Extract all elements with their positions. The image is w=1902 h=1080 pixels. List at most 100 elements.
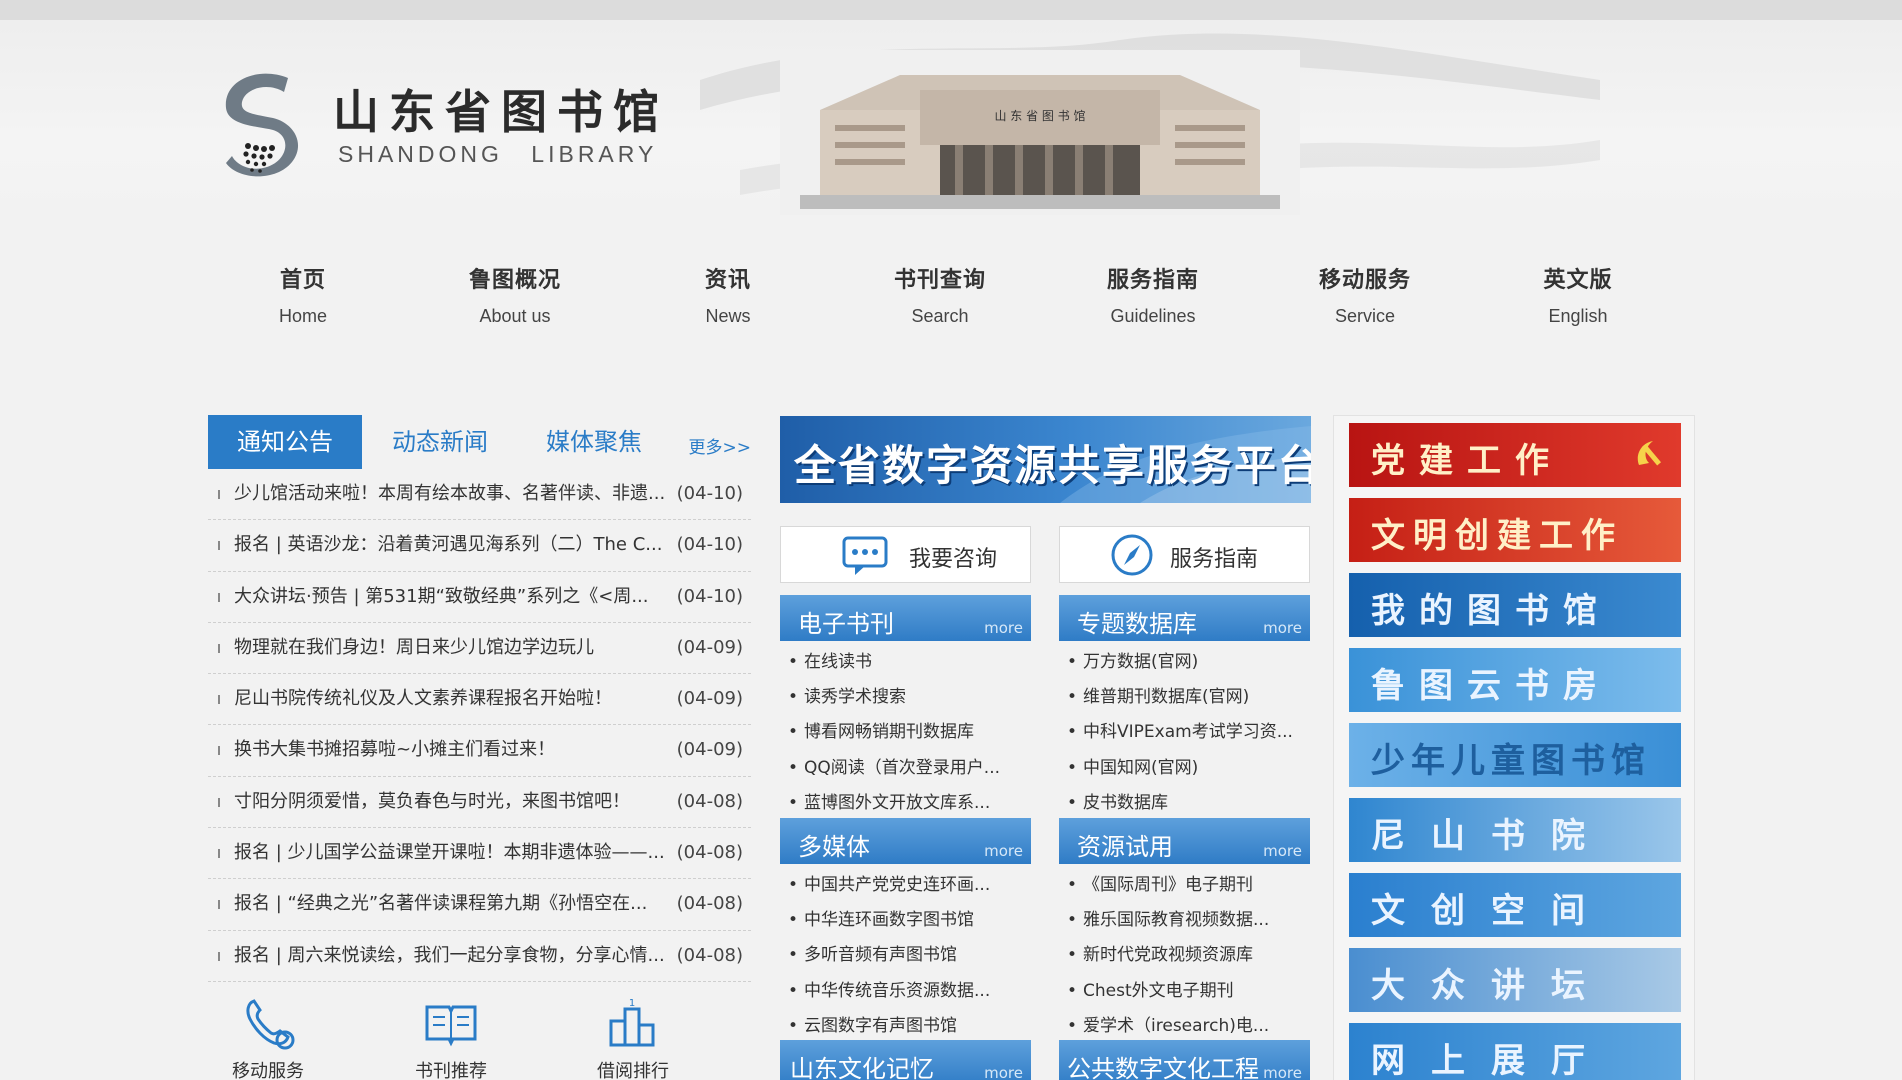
resource-item[interactable]: 新时代党政视频资源库 [1059,938,1310,973]
resource-item[interactable]: 万方数据(官网) [1059,645,1310,680]
hammer-sickle-icon [1637,441,1662,466]
link-children-library[interactable]: 少年儿童图书馆 [1349,723,1681,787]
panel-multimedia-header[interactable]: 多媒体 more [780,818,1031,864]
panel-databases-header[interactable]: 专题数据库 more [1059,595,1310,641]
news-item[interactable]: 换书大集书摊招募啦~小摊主们看过来！ (04-09) [208,725,751,777]
ranking-icon: 1 [609,998,655,1047]
nav-guidelines[interactable]: 服务指南 Guidelines [1058,262,1248,327]
resource-item[interactable]: 在线读书 [780,645,1031,680]
tabs-more-link[interactable]: 更多>> [689,433,752,458]
news-title: 物理就在我们身边！周日来少儿馆边学边玩儿 [234,636,594,658]
svg-text:1: 1 [629,998,635,1009]
resource-item[interactable]: 维普期刊数据库(官网) [1059,680,1310,715]
news-item[interactable]: 报名 | “经典之光”名著伴读课程第九期《孙悟空在... (04-08) [208,879,751,931]
news-item[interactable]: 尼山书院传统礼仪及人文素养课程报名开始啦！ (04-09) [208,674,751,726]
resource-item[interactable]: 《国际周刊》电子期刊 [1059,868,1310,903]
quick-mobile-service[interactable]: 移动服务 [208,995,328,1080]
chat-bubble-icon [842,536,888,575]
news-item[interactable]: 物理就在我们身边！周日来少儿馆边学边玩儿 (04-09) [208,623,751,675]
bullet-icon [218,541,220,551]
link-cloud-study[interactable]: 鲁图云书房 [1349,648,1681,712]
nav-english-cn: 英文版 [1543,268,1613,293]
panel-more-link[interactable]: more [984,619,1023,637]
quick-label: 移动服务 [232,1061,304,1080]
service-guide-button[interactable]: 服务指南 [1059,526,1310,583]
nav-search[interactable]: 书刊查询 Search [845,262,1035,327]
nav-guidelines-cn: 服务指南 [1106,268,1199,293]
panel-title: 山东文化记忆 [790,1055,934,1080]
right-links-panel: 党建工作 文明创建工作 我的图书馆 鲁图云书房 少年儿童图书馆 尼山书院 文创空… [1333,415,1695,1080]
tab-news[interactable]: 动态新闻 [370,415,510,469]
panel-more-link[interactable]: more [984,842,1023,860]
panel-title: 电子书刊 [798,610,894,638]
panel-public-digital-header[interactable]: 公共数字文化工程 more [1059,1040,1310,1080]
nav-english-en: English [1548,306,1608,326]
resource-item[interactable]: 中华传统音乐资源数据... [780,974,1031,1009]
resource-item[interactable]: 蓝博图外文开放文库系... [780,786,1031,821]
nav-home[interactable]: 首页 Home [208,262,398,327]
news-item[interactable]: 寸阳分阴须爱惜，莫负春色与时光，来图书馆吧！ (04-08) [208,777,751,829]
nav-mobile-service[interactable]: 移动服务 Service [1270,262,1460,327]
news-date: (04-09) [676,739,743,761]
resource-item[interactable]: 中科VIPExam考试学习资... [1059,715,1310,750]
link-nishan-academy[interactable]: 尼山书院 [1349,798,1681,862]
link-party-building[interactable]: 党建工作 [1349,423,1681,487]
nav-guidelines-en: Guidelines [1110,306,1196,326]
nav-about-cn: 鲁图概况 [468,268,561,293]
nav-news[interactable]: 资讯 News [633,262,823,327]
nav-about[interactable]: 鲁图概况 About us [420,262,610,327]
resource-item[interactable]: 读秀学术搜索 [780,680,1031,715]
quick-label: 借阅排行 [597,1061,669,1080]
resource-item[interactable]: 爱学术（iresearch)电... [1059,1009,1310,1044]
news-item[interactable]: 大众讲坛·预告 | 第531期“致敬经典”系列之《<周... (04-10) [208,572,751,623]
quick-book-recommend[interactable]: 书刊推荐 [391,995,511,1080]
resource-item[interactable]: 多听音频有声图书馆 [780,938,1031,973]
quick-label: 书刊推荐 [415,1061,487,1080]
news-list: 少儿馆活动来啦！本周有绘本故事、名著伴读、非遗... (04-10) 报名 | 英… [208,469,751,982]
panel-title: 资源试用 [1077,833,1173,861]
site-logo[interactable]: 山东省图书馆 SHANDONG LIBRARY [218,68,678,188]
link-label: 文明创建工作 [1371,516,1623,556]
panel-multimedia: 多媒体 more 中国共产党党史连环画... 中华连环画数字图书馆 多听音频有声… [780,818,1031,1044]
resource-item[interactable]: 中国共产党党史连环画... [780,868,1031,903]
resource-item[interactable]: 云图数字有声图书馆 [780,1009,1031,1044]
panel-ebooks-header[interactable]: 电子书刊 more [780,595,1031,641]
panel-culture-memory-header[interactable]: 山东文化记忆 more [780,1040,1031,1080]
resource-item[interactable]: 博看网畅销期刊数据库 [780,715,1031,750]
news-title: 尼山书院传统礼仪及人文素养课程报名开始啦！ [234,688,612,710]
news-item[interactable]: 少儿馆活动来啦！本周有绘本故事、名著伴读、非遗... (04-10) [208,469,751,521]
nav-english[interactable]: 英文版 English [1483,262,1673,327]
quick-ranking[interactable]: 1 借阅排行 [573,995,693,1080]
link-online-exhibition[interactable]: 网上展厅 [1349,1023,1681,1080]
resource-item[interactable]: QQ阅读（首次登录用户... [780,751,1031,786]
digital-resource-banner[interactable]: 全省数字资源共享服务平台 [780,416,1311,503]
news-date: (04-09) [676,636,743,658]
news-date: (04-08) [676,893,743,915]
news-item[interactable]: 报名 | 周六来悦读绘，我们一起分享食物，分享心情... (04-08) [208,931,751,982]
consult-button[interactable]: 我要咨询 [780,526,1031,583]
building-sign: 山 东 省 图 书 馆 [994,108,1085,123]
resource-item[interactable]: 中华连环画数字图书馆 [780,903,1031,938]
resource-item[interactable]: 中国知网(官网) [1059,751,1310,786]
panel-more-link[interactable]: more [1263,619,1302,637]
panel-more-link[interactable]: more [1263,1064,1302,1080]
panel-databases: 专题数据库 more 万方数据(官网) 维普期刊数据库(官网) 中科VIPExa… [1059,595,1310,821]
link-my-library[interactable]: 我的图书馆 [1349,573,1681,637]
panel-more-link[interactable]: more [984,1064,1023,1080]
link-civilization[interactable]: 文明创建工作 [1349,498,1681,562]
link-public-lecture[interactable]: 大众讲坛 [1349,948,1681,1012]
resource-item[interactable]: 皮书数据库 [1059,786,1310,821]
link-creative-space[interactable]: 文创空间 [1349,873,1681,937]
tab-notices[interactable]: 通知公告 [208,415,362,469]
panel-trial-header[interactable]: 资源试用 more [1059,818,1310,864]
news-item[interactable]: 报名 | 英语沙龙：沿着黄河遇见海系列（二）The C... (04-10) [208,520,751,572]
news-title: 报名 | 少儿国学公益课堂开课啦！本期非遗体验——... [234,842,664,864]
panel-public-digital: 公共数字文化工程 more [1059,1040,1310,1080]
resource-item[interactable]: 雅乐国际教育视频数据... [1059,903,1310,938]
resource-item[interactable]: Chest外文电子期刊 [1059,974,1310,1009]
news-item[interactable]: 报名 | 少儿国学公益课堂开课啦！本期非遗体验——... (04-08) [208,828,751,880]
tab-media[interactable]: 媒体聚焦 [524,415,664,469]
nav-home-en: Home [278,306,327,326]
panel-more-link[interactable]: more [1263,842,1302,860]
bullet-icon [218,695,220,705]
